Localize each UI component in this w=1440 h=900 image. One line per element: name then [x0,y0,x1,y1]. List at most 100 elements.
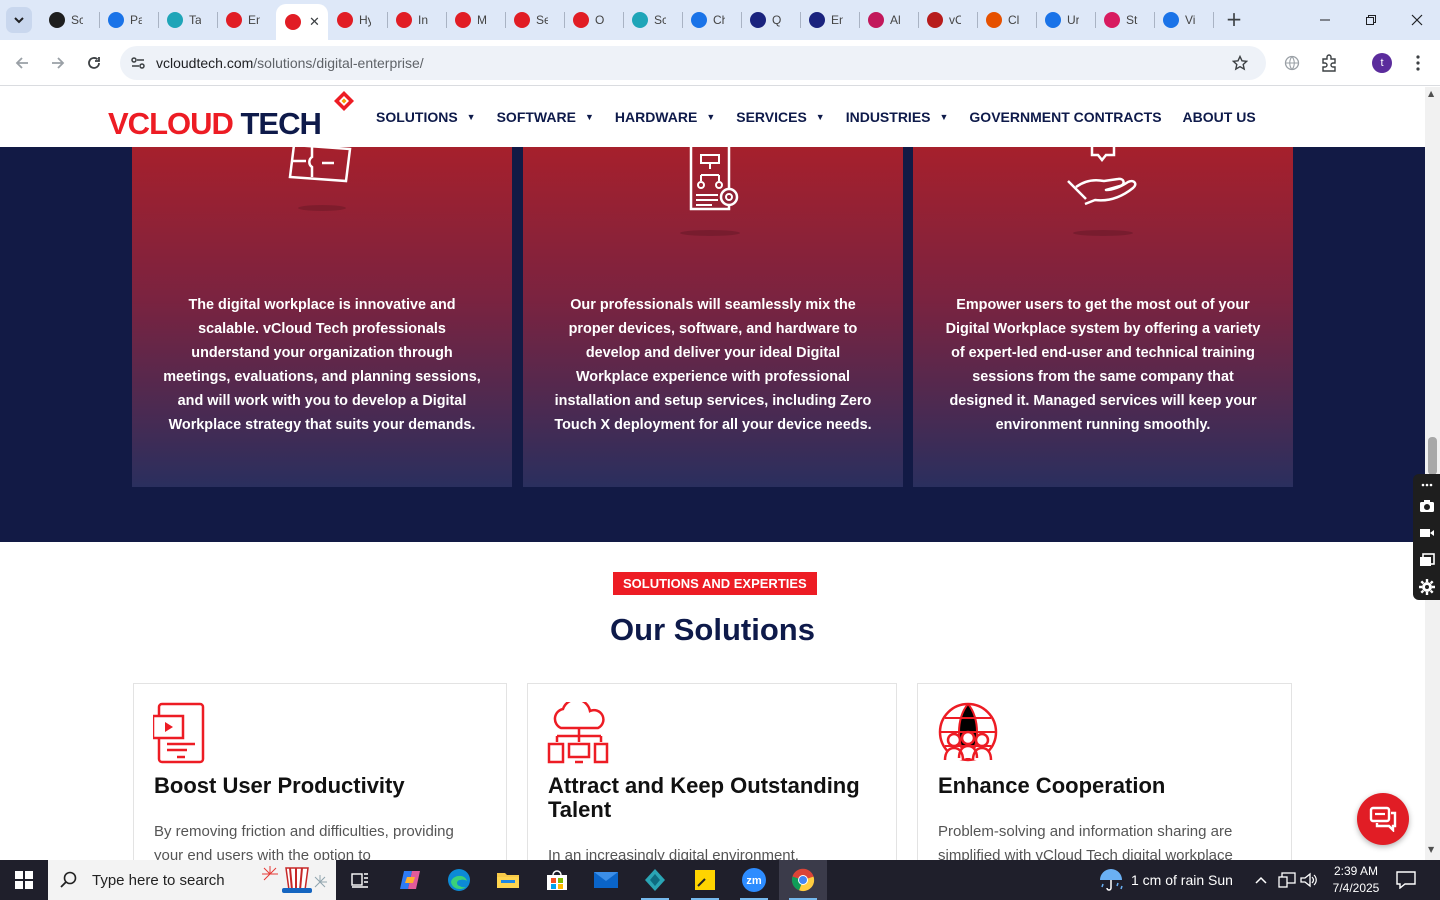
browser-tab[interactable]: O [564,6,623,34]
task-view-button[interactable] [336,860,384,900]
browser-tab[interactable]: vC [918,6,977,34]
vcloud-tech-logo[interactable]: VCLOUD TECH [108,91,354,139]
nav-item-hardware[interactable]: HARDWARE ▼ [615,109,715,125]
new-tab-button[interactable]: + [1222,8,1246,32]
browser-tab[interactable]: Ta [158,6,217,34]
close-window-button[interactable] [1394,0,1440,40]
tab-title: Ur [1067,13,1079,27]
translate-button[interactable] [1278,49,1306,77]
browser-tab[interactable]: Al [859,6,918,34]
extensions-button[interactable] [1315,49,1343,77]
browser-tab[interactable]: Hy [328,6,387,34]
zoom-icon: zm [742,868,766,892]
start-button[interactable] [0,860,48,900]
network-status[interactable] [1278,860,1296,900]
minimize-button[interactable] [1302,0,1348,40]
nav-item-about-us[interactable]: ABOUT US [1183,109,1256,125]
puzzle-icon [1322,54,1336,72]
nav-item-solutions[interactable]: SOLUTIONS ▼ [376,109,476,125]
window-capture-icon[interactable] [1419,546,1435,573]
restore-button[interactable] [1348,0,1394,40]
site-info-icon[interactable] [130,55,146,71]
bookmark-star-icon[interactable] [1232,55,1248,71]
url-domain: vcloudtech.com [156,55,254,71]
taskbar-mail[interactable] [582,860,630,900]
circle-app-icon [167,12,183,28]
browser-tab[interactable]: Sc [40,6,99,34]
volume-control[interactable] [1300,860,1318,900]
tab-title: vC [949,13,961,27]
vcloud-diamond-icon [337,12,353,28]
taskbar-file-explorer[interactable] [484,860,532,900]
github-icon [49,12,65,28]
tab-close-icon[interactable]: ✕ [309,15,320,30]
tab-title: Al [890,13,901,27]
scrollbar-thumb[interactable] [1428,437,1437,475]
browser-tab[interactable]: St [1095,6,1154,34]
weather-widget[interactable]: 1 cm of rain Sun [1098,860,1233,900]
browser-tab[interactable]: Cl [977,6,1036,34]
back-button[interactable] [8,49,36,77]
notification-icon [1396,871,1416,889]
browser-tab[interactable]: Se [505,6,564,34]
browser-tab[interactable]: Sc [623,6,682,34]
circle-app-icon [632,12,648,28]
forward-button[interactable] [44,49,72,77]
card-text: Empower users to get the most out of you… [945,297,1261,433]
scroll-down-icon[interactable]: ▼ [1428,845,1434,854]
tab-title: Se [536,13,548,27]
chat-button[interactable] [1357,793,1409,845]
system-clock[interactable]: 2:39 AM 7/4/2025 [1328,863,1384,897]
x-logo-icon [750,12,766,28]
camera-icon[interactable] [1419,492,1435,519]
nav-item-government-contracts[interactable]: GOVERNMENT CONTRACTS [969,109,1161,125]
browser-menu-button[interactable] [1404,49,1432,77]
solution-card-cooperation: Enhance Cooperation Problem-solving and … [917,683,1292,860]
nav-item-software[interactable]: SOFTWARE ▼ [497,109,594,125]
tool-options-icon[interactable] [1420,478,1434,492]
taskbar-copilot[interactable] [386,860,434,900]
browser-tab[interactable]: In [387,6,446,34]
service-card-deployment: Our professionals will seamlessly mix th… [523,143,903,487]
tab-title: Ch [713,13,725,27]
taskbar-edge[interactable] [435,860,483,900]
workflow-document-icon [523,141,903,241]
taskbar-sticky-notes[interactable] [681,860,729,900]
address-bar[interactable]: vcloudtech.com/solutions/digital-enterpr… [120,46,1266,80]
reload-button[interactable] [80,49,108,77]
task-view-icon [351,873,368,888]
taskbar-zoom[interactable]: zm [730,860,778,900]
nav-item-label: HARDWARE [614,109,698,125]
taskbar-app-diamond[interactable] [631,860,679,900]
browser-tab[interactable]: Vi [1154,6,1213,34]
profile-avatar[interactable]: t [1372,53,1392,73]
browser-tab[interactable]: Ch [682,6,741,34]
helping-hand-icon [913,141,1293,241]
solution-title: Attract and Keep Outstanding Talent [548,773,860,822]
video-camera-icon[interactable] [1419,519,1435,546]
tab-title: Q [772,13,782,27]
tab-search-button[interactable] [6,7,32,33]
browser-tab[interactable]: En [800,6,859,34]
settings-gear-icon[interactable] [1418,573,1435,600]
kebab-menu-icon [1416,55,1420,71]
browser-tab[interactable]: M [446,6,505,34]
taskbar-search-box[interactable]: Type here to search [48,860,336,900]
scroll-up-icon[interactable]: ▲ [1428,89,1434,98]
browser-tab[interactable]: Pa [99,6,158,34]
nav-item-services[interactable]: SERVICES ▼ [736,109,824,125]
taskbar-store[interactable] [533,860,581,900]
taskbar-chrome[interactable] [779,860,827,900]
umbrella-rain-icon [1100,869,1123,891]
browser-tab[interactable]: Ur [1036,6,1095,34]
notification-center-button[interactable] [1396,860,1416,900]
browser-tab[interactable]: ✕ [276,4,328,40]
speaker-icon [1300,872,1317,888]
browser-tab[interactable]: En [217,6,276,34]
show-hidden-icons[interactable] [1254,860,1268,900]
globe-icon [1284,55,1300,71]
nav-item-industries[interactable]: INDUSTRIES ▼ [846,109,949,125]
mail-icon [594,872,618,888]
pen-icon [1104,12,1120,28]
browser-tab[interactable]: Q [741,6,800,34]
